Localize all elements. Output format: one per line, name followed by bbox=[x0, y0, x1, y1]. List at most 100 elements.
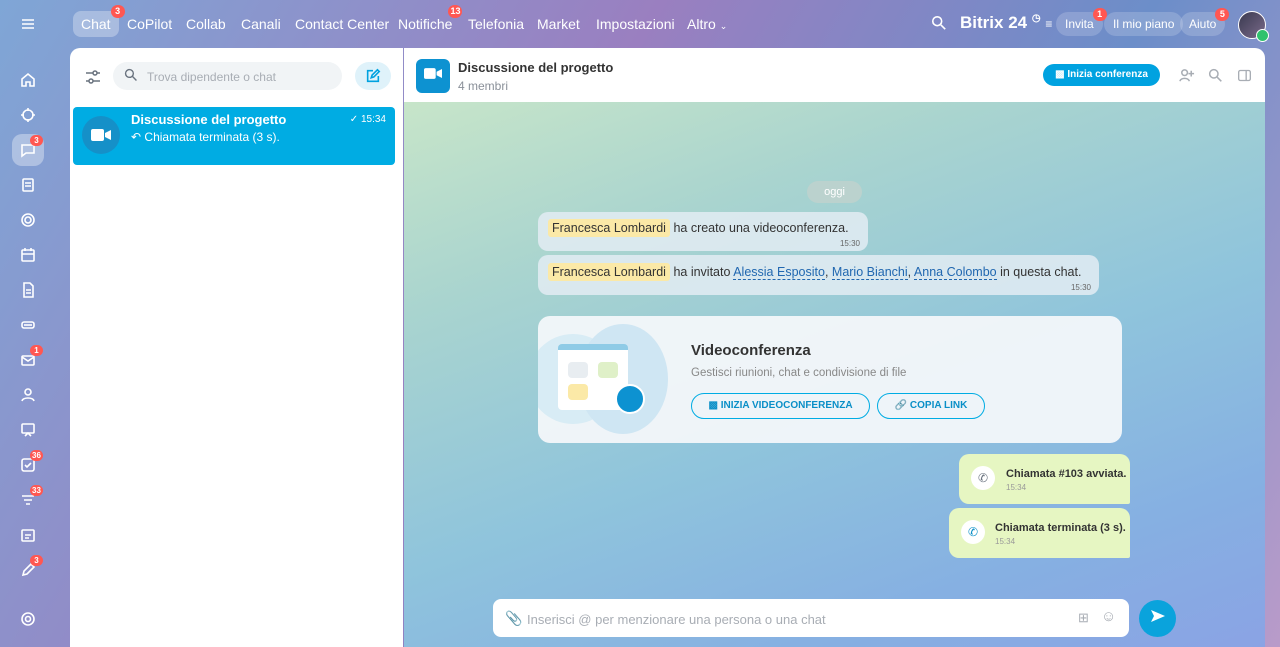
document-icon[interactable] bbox=[12, 274, 44, 306]
system-message: Francesca Lombardi ha invitato Alessia E… bbox=[538, 255, 1099, 295]
message-input-bar: 📎 ⊞ ☺ bbox=[493, 599, 1129, 639]
message-text: in questa chat. bbox=[1000, 265, 1082, 279]
nav-canali[interactable]: Canali bbox=[233, 11, 289, 37]
message-time: 15:30 bbox=[1070, 283, 1091, 292]
separator: , bbox=[907, 265, 912, 279]
feed-badge: 33 bbox=[30, 485, 43, 496]
nav-impostazioni[interactable]: Impostazioni bbox=[588, 11, 683, 37]
chevron-down-icon: ⌄ bbox=[719, 21, 728, 31]
search-icon[interactable] bbox=[931, 15, 949, 33]
chat-item-preview: Chiamata terminata (3 s). bbox=[144, 130, 280, 144]
drive-icon[interactable] bbox=[12, 309, 44, 341]
contacts-icon[interactable] bbox=[12, 379, 44, 411]
add-user-icon[interactable] bbox=[1178, 67, 1195, 89]
video-camera-icon: ▩ bbox=[708, 400, 718, 411]
edit-icon[interactable]: 3 bbox=[12, 554, 44, 586]
chat-icon[interactable]: 3 bbox=[12, 134, 44, 166]
link-icon: 🔗 bbox=[894, 400, 908, 411]
home-icon[interactable] bbox=[12, 64, 44, 96]
nav-chat[interactable]: Chat 3 bbox=[73, 5, 125, 37]
invitee-link[interactable]: Mario Bianchi bbox=[831, 265, 908, 280]
send-button[interactable] bbox=[1139, 600, 1176, 637]
chat-item-title: Discussione del progetto bbox=[131, 112, 287, 127]
message-time: 15:30 bbox=[839, 239, 860, 248]
brand-logo[interactable]: Bitrix 24 ◷ ≡ bbox=[960, 13, 1052, 33]
call-time: 15:34 bbox=[1006, 483, 1027, 492]
panel-toggle-icon[interactable] bbox=[1237, 68, 1252, 88]
help-button[interactable]: Aiuto 5 bbox=[1180, 8, 1230, 36]
calendar-icon[interactable] bbox=[12, 239, 44, 271]
tasks-badge: 36 bbox=[30, 450, 43, 461]
call-message: ✆ Chiamata #103 avviata. 15:34 bbox=[959, 454, 1130, 504]
nav-altro[interactable]: Altro ⌄ bbox=[679, 11, 735, 37]
author-name[interactable]: Francesca Lombardi bbox=[548, 263, 670, 281]
cloud-illustration bbox=[538, 316, 678, 443]
chat-title[interactable]: Discussione del progetto bbox=[458, 60, 613, 75]
clock-icon: ◷ bbox=[1031, 13, 1041, 24]
check-icon: ✓ bbox=[349, 114, 359, 125]
nav-market[interactable]: Market bbox=[529, 11, 588, 37]
nav-notifiche[interactable]: Notifiche 13 bbox=[390, 5, 463, 37]
chat-avatar[interactable] bbox=[416, 59, 450, 93]
left-rail: 3 1 36 33 3 bbox=[0, 0, 56, 647]
invitee-link[interactable]: Alessia Esposito bbox=[733, 265, 825, 280]
phone-icon: ✆ bbox=[971, 466, 995, 490]
start-videoconference-button[interactable]: ▩ INIZIA VIDEOCONFERENZA bbox=[691, 393, 870, 419]
menu-icon[interactable] bbox=[12, 8, 44, 40]
avatar[interactable] bbox=[1238, 11, 1269, 42]
system-message: Francesca Lombardi ha creato una videoco… bbox=[538, 212, 868, 251]
my-plan-button[interactable]: Il mio piano bbox=[1104, 12, 1184, 36]
tasks-icon[interactable]: 36 bbox=[12, 449, 44, 481]
filter-sliders-icon[interactable] bbox=[84, 68, 102, 91]
message-text: ha invitato bbox=[673, 265, 731, 279]
chat-sidebar: Discussione del progetto ✓ 15:34 ↶ Chiam… bbox=[70, 48, 403, 647]
feed-icon[interactable] bbox=[12, 169, 44, 201]
chat-item-time: 15:34 bbox=[360, 114, 386, 125]
send-arrow-icon bbox=[1149, 607, 1167, 630]
invitee-link[interactable]: Anna Colombo bbox=[913, 265, 997, 280]
chat-members-count[interactable]: 4 membri bbox=[458, 79, 508, 93]
message-text: ha creato una videoconferenza. bbox=[673, 221, 849, 235]
video-camera-icon bbox=[424, 67, 442, 85]
planner-icon[interactable] bbox=[12, 519, 44, 551]
author-name[interactable]: Francesca Lombardi bbox=[548, 219, 670, 237]
copy-link-button[interactable]: 🔗 COPIA LINK bbox=[877, 393, 985, 419]
nav-collab[interactable]: Collab bbox=[178, 11, 234, 37]
chat-badge: 3 bbox=[30, 135, 43, 146]
videoconference-card: Videoconferenza Gestisci riunioni, chat … bbox=[538, 316, 1122, 443]
invite-button[interactable]: Invita 1 bbox=[1056, 8, 1107, 36]
video-camera-icon: ▩ bbox=[1055, 69, 1065, 80]
new-chat-button[interactable] bbox=[355, 62, 391, 90]
mail-icon[interactable]: 1 bbox=[12, 344, 44, 376]
apps-grid-icon[interactable]: ⊞ bbox=[1078, 610, 1089, 626]
chat-list-item[interactable]: Discussione del progetto ✓ 15:34 ↶ Chiam… bbox=[73, 107, 395, 165]
date-separator: oggi bbox=[807, 181, 862, 203]
call-message: ✆ Chiamata terminata (3 s). 15:34 bbox=[949, 508, 1130, 558]
settings-gear-icon[interactable] bbox=[12, 603, 44, 635]
video-camera-icon bbox=[615, 384, 645, 414]
phone-icon: ✆ bbox=[961, 520, 985, 544]
top-bar: Chat 3 CoPilot Collab Canali Contact Cent… bbox=[70, 0, 1280, 48]
paperclip-icon[interactable]: 📎 bbox=[505, 610, 522, 627]
separator: , bbox=[824, 265, 829, 279]
videoconference-title: Videoconferenza bbox=[691, 342, 811, 359]
call-text: Chiamata terminata (3 s). bbox=[995, 522, 1126, 534]
filter-icon[interactable]: 33 bbox=[12, 484, 44, 516]
copilot-icon[interactable] bbox=[12, 99, 44, 131]
emoji-icon[interactable]: ☺ bbox=[1101, 608, 1116, 625]
target-icon[interactable] bbox=[12, 204, 44, 236]
videoconference-subtitle: Gestisci riunioni, chat e condivisione d… bbox=[691, 367, 907, 379]
nav-copilot[interactable]: CoPilot bbox=[119, 11, 180, 37]
nav-telefonia[interactable]: Telefonia bbox=[460, 11, 532, 37]
search-icon[interactable] bbox=[1208, 68, 1223, 88]
call-text: Chiamata #103 avviata. bbox=[1006, 468, 1127, 480]
start-conference-button[interactable]: ▩ Inizia conferenza bbox=[1043, 64, 1160, 86]
reply-arrow-icon: ↶ bbox=[131, 130, 142, 144]
message-input[interactable] bbox=[525, 599, 1069, 639]
search-input[interactable] bbox=[145, 62, 339, 92]
presentation-icon[interactable] bbox=[12, 414, 44, 446]
nav-contact-center[interactable]: Contact Center bbox=[287, 11, 397, 37]
call-time: 15:34 bbox=[995, 537, 1016, 546]
chat-main: Discussione del progetto 4 membri ▩ Iniz… bbox=[404, 48, 1265, 647]
message-area: oggi Francesca Lombardi ha creato una vi… bbox=[404, 102, 1265, 647]
